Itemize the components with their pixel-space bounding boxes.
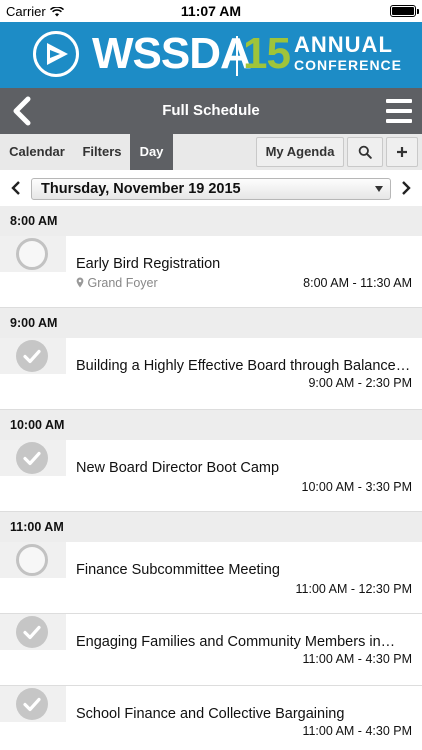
my-agenda-button[interactable]: My Agenda <box>256 137 344 167</box>
date-select[interactable]: Thursday, November 19 2015 <box>31 178 391 200</box>
session-title: Early Bird Registration <box>76 256 221 272</box>
conference-label: CONFERENCE <box>294 57 403 73</box>
tab-day[interactable]: Day <box>130 134 173 170</box>
list-item[interactable]: Building a Highly Effective Board throug… <box>0 338 422 410</box>
brand-name: WSSDA <box>92 29 252 78</box>
list-item[interactable]: Early Bird Registration Grand Foyer 8:00… <box>0 236 422 308</box>
list-item[interactable]: School Finance and Collective Bargaining… <box>0 686 422 750</box>
caret-down-icon <box>375 186 383 192</box>
hamburger-icon[interactable] <box>386 99 412 123</box>
time-header: 8:00 AM <box>0 206 422 236</box>
session-title: New Board Director Boot Camp <box>76 460 280 476</box>
empty-circle-icon <box>16 544 48 576</box>
nav-bar: Full Schedule <box>0 88 422 134</box>
add-button[interactable] <box>386 137 418 167</box>
previous-day-icon[interactable] <box>9 180 23 196</box>
session-list[interactable]: 8:00 AM Early Bird Registration Grand Fo… <box>0 206 422 750</box>
agenda-toggle[interactable] <box>0 686 66 722</box>
tab-filters[interactable]: Filters <box>74 134 130 170</box>
tab-calendar[interactable]: Calendar <box>0 134 74 170</box>
session-title: Engaging Families and Community Members … <box>76 634 396 650</box>
agenda-toggle[interactable] <box>0 440 66 476</box>
agenda-toggle[interactable] <box>0 338 66 374</box>
conference-banner: WSSDA 15 ANNUAL CONFERENCE <box>0 22 422 88</box>
session-hours: 11:00 AM - 4:30 PM <box>302 724 412 738</box>
session-hours: 10:00 AM - 3:30 PM <box>301 480 412 494</box>
session-hours: 11:00 AM - 4:30 PM <box>302 652 412 666</box>
agenda-toggle[interactable] <box>0 542 66 578</box>
session-title: School Finance and Collective Bargaining <box>76 706 345 722</box>
banner-divider <box>236 36 238 76</box>
play-logo-icon <box>33 31 79 77</box>
list-item[interactable]: Finance Subcommittee Meeting 11:00 AM - … <box>0 542 422 614</box>
next-day-icon[interactable] <box>399 180 413 196</box>
status-bar: Carrier 11:07 AM <box>0 0 422 22</box>
session-hours: 8:00 AM - 11:30 AM <box>303 276 412 290</box>
time-header: 10:00 AM <box>0 410 422 440</box>
list-item[interactable]: Engaging Families and Community Members … <box>0 614 422 686</box>
annual-label: ANNUAL <box>294 32 393 57</box>
list-item[interactable]: New Board Director Boot Camp 10:00 AM - … <box>0 440 422 512</box>
session-hours: 11:00 AM - 12:30 PM <box>295 582 413 596</box>
location-pin-icon <box>76 277 84 288</box>
plus-icon <box>397 147 407 157</box>
edition-number: 15 <box>243 29 291 78</box>
time-header: 11:00 AM <box>0 512 422 542</box>
session-title: Finance Subcommittee Meeting <box>76 562 280 578</box>
page-title: Full Schedule <box>162 102 260 119</box>
schedule-toolbar: Calendar Filters Day My Agenda <box>0 134 422 170</box>
time-header: 9:00 AM <box>0 308 422 338</box>
date-bar: Thursday, November 19 2015 <box>0 170 422 206</box>
agenda-toggle[interactable] <box>0 236 66 272</box>
checkmark-circle-icon <box>16 688 48 720</box>
checkmark-circle-icon <box>16 616 48 648</box>
empty-circle-icon <box>16 238 48 270</box>
search-button[interactable] <box>347 137 383 167</box>
location-label: Grand Foyer <box>87 276 158 290</box>
selected-date: Thursday, November 19 2015 <box>41 181 241 197</box>
checkmark-circle-icon <box>16 442 48 474</box>
checkmark-circle-icon <box>16 340 48 372</box>
battery-icon <box>390 5 419 17</box>
session-location: Grand Foyer <box>76 276 158 290</box>
clock: 11:07 AM <box>180 3 242 19</box>
search-icon <box>358 145 372 159</box>
session-title: Building a Highly Effective Board throug… <box>76 358 411 374</box>
session-hours: 9:00 AM - 2:30 PM <box>308 376 412 390</box>
agenda-toggle[interactable] <box>0 614 66 650</box>
